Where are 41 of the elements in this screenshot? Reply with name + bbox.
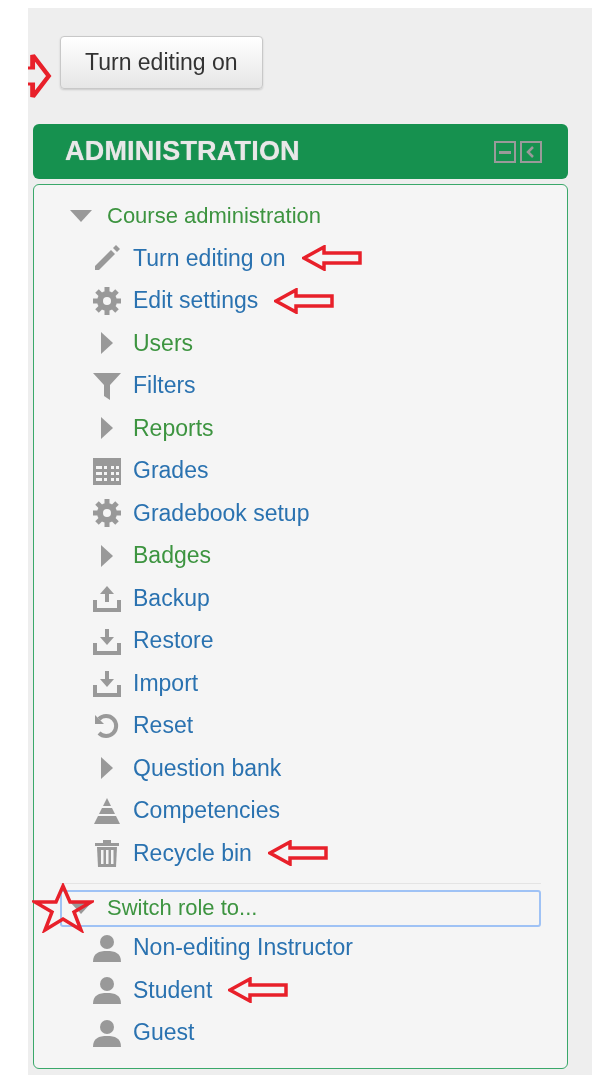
caret-right-icon[interactable] [101,332,113,355]
caret-right-icon[interactable] [101,544,113,567]
menu-link[interactable]: Student [133,976,213,1004]
branch-label[interactable]: Reports [133,414,214,442]
filter-icon [92,370,122,401]
menu-link[interactable]: Backup [133,584,210,612]
dock-icon[interactable] [520,140,542,163]
caret-right-icon[interactable] [101,417,113,440]
branch-label[interactable]: Question bank [133,754,282,782]
menu-link[interactable]: Filters [133,372,196,400]
user-icon [92,932,122,963]
caret-down-icon[interactable] [70,210,92,222]
branch-label[interactable]: Users [133,329,194,357]
trash-icon [92,838,122,869]
branch-label[interactable]: Switch role to... [107,895,258,921]
caret-down-icon[interactable] [70,902,92,914]
menu-link[interactable]: Reset [133,712,194,740]
menu-link[interactable]: Edit settings [133,287,259,315]
gear-icon [92,285,122,316]
download-icon [92,668,122,699]
focused-row[interactable]: Switch role to... [60,889,541,927]
menu-link[interactable]: Turn editing on [133,244,286,272]
menu-link[interactable]: Restore [133,627,214,655]
table-icon [92,455,122,486]
user-icon [92,975,122,1006]
branch-label[interactable]: Badges [133,542,211,570]
minimize-icon[interactable] [494,140,516,163]
branch-label[interactable]: Course administration [107,203,321,229]
menu-link[interactable]: Recycle bin [133,839,252,867]
turn-editing-on-button[interactable]: Turn editing on [60,36,263,89]
menu-link[interactable]: Competencies [133,797,281,825]
menu-link[interactable]: Grades [133,457,209,485]
menu-link[interactable]: Guest [133,1019,195,1047]
tree-row[interactable]: Course administration [60,195,541,237]
menu-link[interactable]: Import [133,669,199,697]
block-title: ADMINISTRATION [65,136,300,167]
user-icon [92,1017,122,1048]
menu-link[interactable]: Non-editing Instructor [133,934,353,962]
caret-right-icon[interactable] [101,757,113,780]
gear-icon [92,498,122,529]
menu-link[interactable]: Gradebook setup [133,499,310,527]
